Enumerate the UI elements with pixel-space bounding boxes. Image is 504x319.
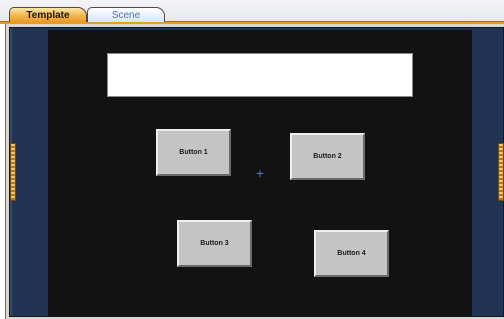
right-splitter-handle[interactable] <box>498 143 504 201</box>
button-1[interactable]: Button 1 <box>156 129 231 176</box>
button-4[interactable]: Button 4 <box>314 230 389 277</box>
tab-scene[interactable]: Scene <box>87 7 165 22</box>
tab-template[interactable]: Template <box>9 7 87 22</box>
button-2[interactable]: Button 2 <box>290 133 365 180</box>
text-field-placeholder[interactable] <box>107 53 413 97</box>
left-splitter-handle[interactable] <box>10 143 16 201</box>
template-canvas[interactable]: Button 1 Button 2 Button 3 Button 4 + <box>48 30 472 316</box>
tab-bar: Template Scene <box>0 0 504 22</box>
button-3[interactable]: Button 3 <box>177 220 252 267</box>
crosshair-icon: + <box>255 165 265 181</box>
